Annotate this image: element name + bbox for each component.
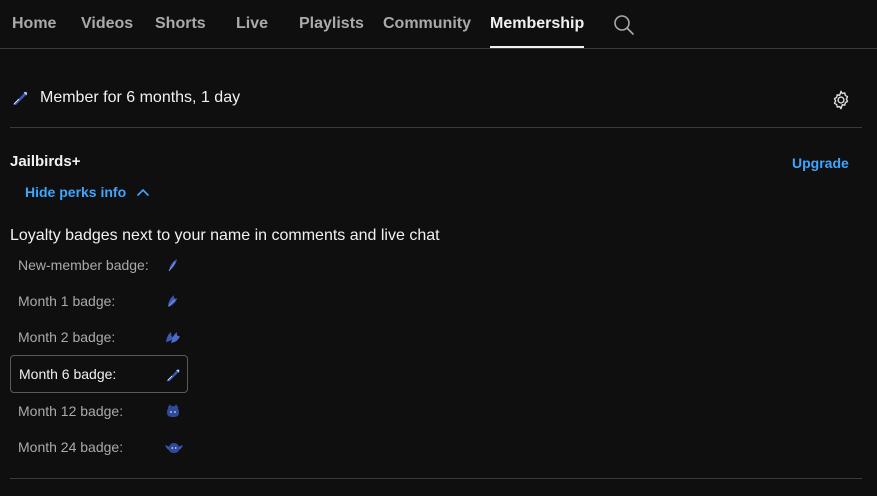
- channel-tabs: Home Videos Shorts Live Playlists Commun…: [0, 0, 877, 49]
- badge-label: Month 1 badge:: [18, 293, 116, 309]
- badge-row-month-1[interactable]: Month 1 badge:: [10, 283, 188, 319]
- quill-badge-icon: [164, 366, 182, 384]
- hide-perks-toggle[interactable]: Hide perks info: [25, 182, 150, 202]
- tab-videos[interactable]: Videos: [81, 0, 133, 48]
- bird-face-badge-icon: [164, 402, 182, 420]
- winged-bird-badge-icon: [164, 438, 183, 456]
- wing-badge-icon: [164, 292, 182, 310]
- tab-shorts[interactable]: Shorts: [155, 0, 206, 48]
- search-icon[interactable]: [613, 14, 635, 36]
- badge-row-new-member[interactable]: New-member badge:: [10, 247, 188, 283]
- bottom-divider: [10, 478, 862, 479]
- badge-label: Month 12 badge:: [18, 403, 124, 419]
- badge-label: Month 2 badge:: [18, 329, 116, 345]
- badge-row-month-6[interactable]: Month 6 badge:: [10, 355, 188, 393]
- tab-community[interactable]: Community: [383, 0, 471, 48]
- tab-home[interactable]: Home: [12, 0, 56, 48]
- badge-label: New-member badge:: [18, 257, 149, 273]
- badge-row-month-24[interactable]: Month 24 badge:: [10, 429, 188, 465]
- membership-tier-name: Jailbirds+: [10, 153, 81, 170]
- tab-live[interactable]: Live: [236, 0, 268, 48]
- membership-status-row: Member for 6 months, 1 day: [10, 80, 862, 128]
- double-wing-badge-icon: [164, 328, 182, 346]
- perk-heading: Loyalty badges next to your name in comm…: [10, 227, 440, 244]
- badge-label: Month 6 badge:: [19, 366, 117, 382]
- upgrade-button[interactable]: Upgrade: [792, 155, 849, 171]
- badge-row-month-2[interactable]: Month 2 badge:: [10, 319, 188, 355]
- badge-row-month-12[interactable]: Month 12 badge:: [10, 393, 188, 429]
- quill-badge-icon: [10, 88, 30, 108]
- feather-badge-icon: [164, 256, 182, 274]
- chevron-up-icon: [137, 188, 150, 197]
- gear-icon[interactable]: [830, 89, 852, 111]
- hide-perks-label: Hide perks info: [25, 184, 127, 200]
- badge-label: Month 24 badge:: [18, 439, 124, 455]
- membership-duration: Member for 6 months, 1 day: [40, 89, 241, 106]
- tab-playlists[interactable]: Playlists: [299, 0, 364, 48]
- tab-membership[interactable]: Membership: [490, 0, 585, 48]
